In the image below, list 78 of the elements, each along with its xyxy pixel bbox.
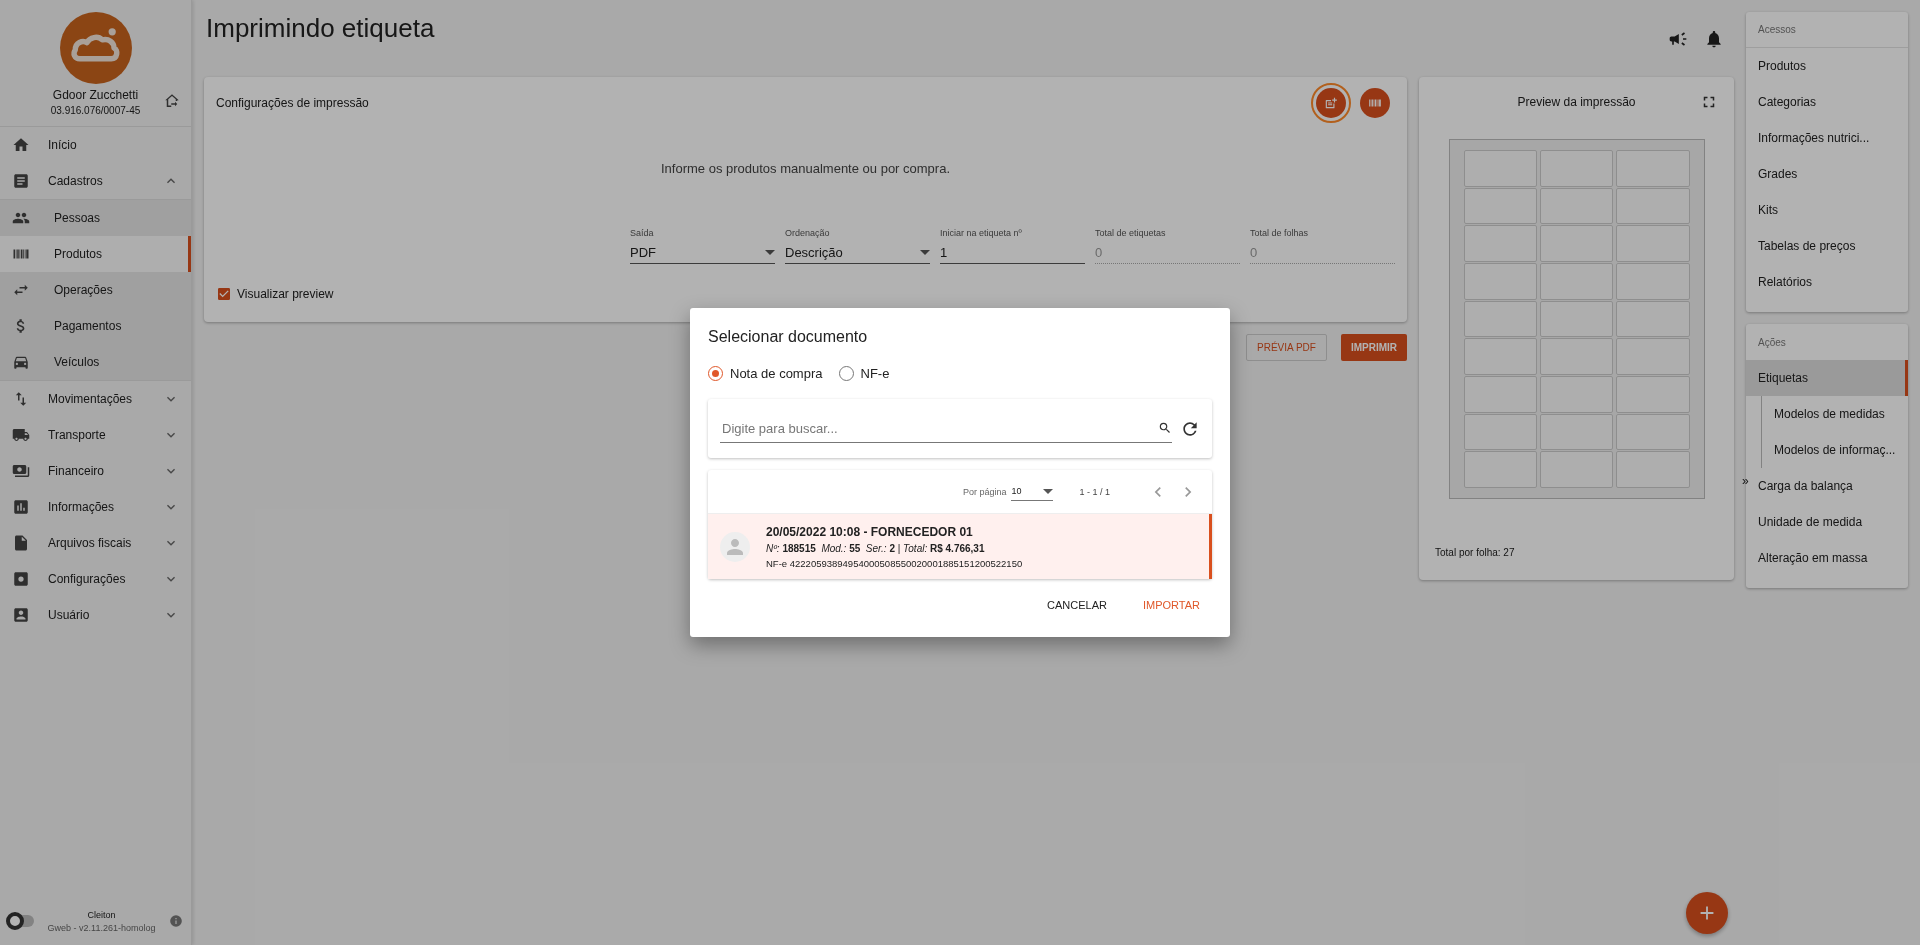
cancel-button[interactable]: CANCELAR bbox=[1035, 591, 1119, 619]
bar-chart-icon bbox=[12, 498, 30, 516]
banknote-icon bbox=[12, 462, 30, 480]
barcode-button[interactable] bbox=[1360, 88, 1390, 118]
menu-link[interactable]: Grades bbox=[1746, 156, 1908, 192]
nav-item[interactable]: Pagamentos bbox=[0, 308, 191, 344]
section-title: Acessos bbox=[1746, 12, 1908, 48]
add-button[interactable] bbox=[1686, 892, 1728, 934]
dropdown-caret-icon bbox=[1043, 488, 1054, 494]
nav-item[interactable]: Veículos bbox=[0, 344, 191, 380]
company-cnpj: 03.916.076/0007-45 bbox=[50, 105, 141, 116]
menu-link[interactable]: Kits bbox=[1746, 192, 1908, 228]
select-field[interactable]: Ordenação Descrição bbox=[785, 228, 930, 264]
preview-checkbox[interactable]: Visualizar preview bbox=[216, 286, 1395, 302]
info-message: Informe os produtos manualmente ou por compra. bbox=[659, 161, 951, 176]
nav-item[interactable]: Produtos bbox=[0, 236, 191, 272]
collapse-handle[interactable]: » bbox=[1742, 474, 1749, 488]
document-details: Nº: 188515 Mod.: 55 Ser.: 2 | Total: R$ 4.766,31 bbox=[766, 542, 986, 554]
nav-item[interactable]: Configurações bbox=[0, 561, 191, 597]
house-arrow-icon[interactable] bbox=[163, 92, 181, 110]
checked-box-icon bbox=[216, 286, 232, 302]
card-title: Configurações de impressão bbox=[216, 96, 370, 110]
nav-item[interactable]: Pessoas bbox=[0, 200, 191, 236]
nav-item[interactable]: Movimentações bbox=[0, 381, 191, 417]
menu-link[interactable]: Unidade de medida bbox=[1746, 504, 1908, 540]
company-name: Gdoor Zucchetti bbox=[51, 88, 140, 102]
truck-icon bbox=[12, 426, 30, 444]
section-title: Ações bbox=[1757, 335, 1787, 350]
version-text: Gweb - v2.11.261-homolog bbox=[46, 922, 157, 933]
input-field: Total de folhas 0 bbox=[1250, 228, 1395, 264]
document-key: NF-e 42220593894954000508550020001885151200522150 bbox=[766, 557, 1023, 569]
gear-icon bbox=[12, 570, 30, 588]
user-name: Cleiton bbox=[86, 909, 117, 920]
dropdown-caret-icon bbox=[765, 250, 775, 255]
menu-link[interactable]: Categorias bbox=[1746, 84, 1908, 120]
page-title: Imprimindo etiqueta bbox=[205, 13, 436, 44]
menu-link[interactable]: Modelos de medidas bbox=[1761, 396, 1908, 432]
input-field: Total de etiquetas 0 bbox=[1095, 228, 1240, 264]
document-row[interactable]: 20/05/2022 10:08 - FORNECEDOR 01 Nº: 188515 Mod.: 55 Ser.: 2 | Total: R$ 4.766,31 NF-e 42220593894954000508550020001885151200522150 bbox=[708, 514, 1212, 579]
menu-link[interactable]: Modelos de informaç... bbox=[1761, 432, 1908, 468]
menu-link[interactable]: Relatórios bbox=[1746, 264, 1908, 300]
file-icon bbox=[12, 534, 30, 552]
search-field[interactable]: Digite para buscar... bbox=[720, 419, 1158, 437]
cloud-logo-icon bbox=[59, 12, 132, 84]
account-icon bbox=[12, 606, 30, 624]
nav-item[interactable]: Transporte bbox=[0, 417, 191, 453]
menu-link[interactable]: Informações nutrici... bbox=[1746, 120, 1908, 156]
notification-icon[interactable] bbox=[1704, 28, 1724, 49]
nav-item[interactable]: Operações bbox=[0, 272, 191, 308]
dialog-title: Selecionar documento bbox=[708, 328, 869, 346]
menu-link[interactable]: Alteração em massa bbox=[1746, 540, 1908, 576]
nav-item[interactable]: Usuário bbox=[0, 597, 191, 633]
input-field[interactable]: Iniciar na etiqueta nº 1 bbox=[940, 228, 1085, 264]
document-title: 20/05/2022 10:08 - FORNECEDOR 01 bbox=[766, 524, 974, 539]
nav-item[interactable]: Cadastros bbox=[0, 163, 191, 199]
menu-link[interactable]: Tabelas de preços bbox=[1746, 228, 1908, 264]
document-icon bbox=[12, 172, 30, 190]
radio-option[interactable]: Nota de compra bbox=[708, 366, 823, 381]
search-icon[interactable] bbox=[1158, 421, 1172, 435]
per-page-select[interactable]: 10 bbox=[1011, 482, 1054, 501]
labels-per-sheet: Total por folha: 27 bbox=[1435, 547, 1516, 558]
nav-item[interactable]: Informações bbox=[0, 489, 191, 525]
nav-item[interactable]: Arquivos fiscais bbox=[0, 525, 191, 561]
radio-option[interactable]: NF-e bbox=[838, 366, 890, 381]
dropdown-caret-icon bbox=[920, 250, 930, 255]
nav-item[interactable]: Financeiro bbox=[0, 453, 191, 489]
preview-title: Preview da impressão bbox=[1516, 95, 1637, 109]
nav-item[interactable]: Início bbox=[0, 127, 191, 163]
menu-link[interactable]: Etiquetas bbox=[1746, 360, 1908, 396]
dark-mode-toggle[interactable] bbox=[8, 915, 34, 927]
note-plus-icon bbox=[1324, 96, 1338, 110]
home-icon bbox=[12, 136, 30, 154]
import-button[interactable]: IMPORTAR bbox=[1130, 591, 1212, 619]
page-range: 1 - 1 / 1 bbox=[1079, 486, 1110, 497]
select-field[interactable]: Saída PDF bbox=[630, 228, 775, 264]
info-icon[interactable] bbox=[169, 914, 183, 928]
menu-link[interactable]: Produtos bbox=[1746, 48, 1908, 84]
per-page-label: Por página bbox=[962, 486, 1007, 497]
